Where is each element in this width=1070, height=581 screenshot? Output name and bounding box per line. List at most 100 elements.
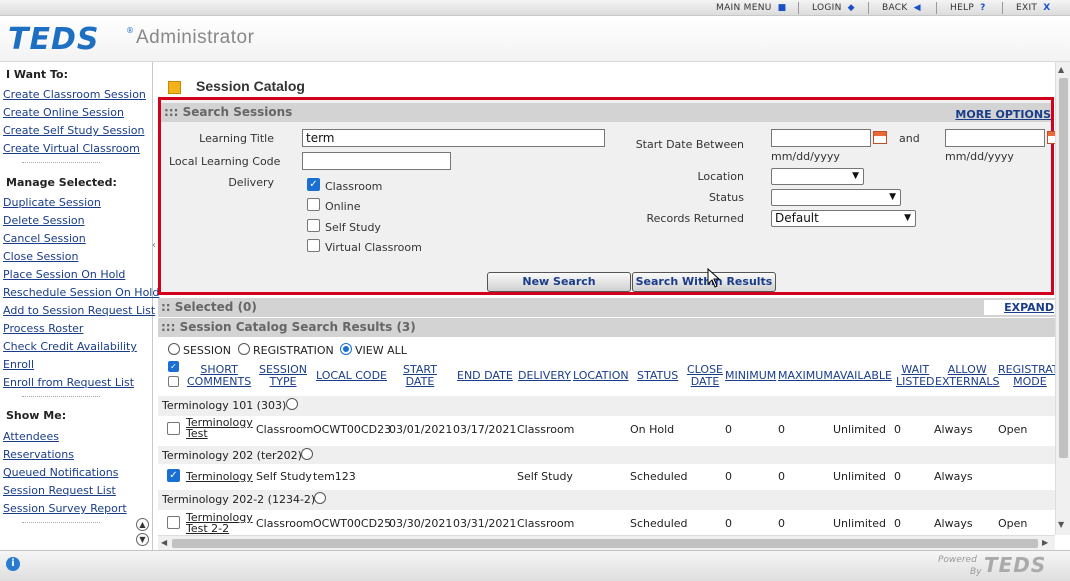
sidebar-item-reschedule-on-hold[interactable]: Reschedule Session On Hold bbox=[3, 286, 159, 299]
col-close-date[interactable]: CLOSE DATE bbox=[687, 364, 723, 388]
group-select-radio[interactable] bbox=[301, 448, 313, 460]
sidebar-item-enroll[interactable]: Enroll bbox=[3, 358, 34, 371]
login-link[interactable]: LOGIN ◆ bbox=[812, 3, 855, 13]
help-link[interactable]: HELP? bbox=[950, 3, 986, 13]
i-want-to-heading: I Want To: bbox=[6, 68, 69, 81]
footer-teds-logo: TEDS bbox=[984, 553, 1047, 577]
col-status[interactable]: STATUS bbox=[637, 370, 678, 382]
table-row: Terminology Test Classroom OCWT00CD23 03/… bbox=[158, 416, 1056, 442]
status-select[interactable]: ▼ bbox=[771, 189, 901, 206]
vertical-scroll-thumb[interactable] bbox=[1059, 78, 1068, 458]
calendar-icon[interactable] bbox=[873, 131, 887, 144]
view-registration-radio[interactable] bbox=[238, 343, 250, 355]
more-options-link[interactable]: MORE OPTIONS bbox=[955, 105, 1051, 124]
row-select-checkbox[interactable] bbox=[167, 422, 180, 435]
sidebar-item-close-session[interactable]: Close Session bbox=[3, 250, 78, 263]
col-maximum[interactable]: MAXIMUM bbox=[778, 370, 833, 382]
sidebar-item-duplicate-session[interactable]: Duplicate Session bbox=[3, 196, 101, 209]
exit-link[interactable]: EXIT X bbox=[1016, 3, 1050, 13]
search-within-results-button[interactable]: Search Within Results bbox=[632, 272, 776, 292]
date-format-hint: mm/dd/yyyy bbox=[771, 150, 840, 163]
search-sessions-panel: ::: Search Sessions MORE OPTIONS Learnin… bbox=[158, 97, 1056, 295]
col-start-date[interactable]: START DATE bbox=[403, 364, 437, 388]
col-short-comments[interactable]: SHORT COMMENTS bbox=[187, 364, 251, 388]
main-menu-link[interactable]: MAIN MENU ■ bbox=[716, 3, 786, 13]
col-wait-listed[interactable]: WAIT LISTED bbox=[896, 364, 935, 388]
select-all-checked-icon[interactable]: ✓ bbox=[168, 361, 179, 372]
session-name-link[interactable]: Terminology bbox=[186, 470, 253, 483]
start-date-from-input[interactable] bbox=[771, 129, 871, 147]
sidebar-item-create-virtual-classroom[interactable]: Create Virtual Classroom bbox=[3, 142, 140, 155]
horizontal-scrollbar[interactable]: ◀ ▶ bbox=[158, 535, 1055, 550]
sidebar-divider bbox=[22, 396, 100, 397]
learning-title-input[interactable] bbox=[302, 129, 605, 147]
scroll-right-icon[interactable]: ▶ bbox=[1042, 538, 1048, 547]
sidebar-item-add-to-request-list[interactable]: Add to Session Request List bbox=[3, 304, 155, 317]
help-label: HELP bbox=[950, 3, 975, 13]
chevron-down-icon: ▼ bbox=[852, 171, 859, 181]
sidebar-item-enroll-from-request-list[interactable]: Enroll from Request List bbox=[3, 376, 134, 389]
col-listed-label: LISTED bbox=[896, 375, 935, 388]
sidebar-item-session-survey-report[interactable]: Session Survey Report bbox=[3, 502, 127, 515]
sidebar-item-create-self-study-session[interactable]: Create Self Study Session bbox=[3, 124, 144, 137]
col-local-code[interactable]: LOCAL CODE bbox=[316, 370, 387, 382]
vertical-scrollbar[interactable]: ▲ ▼ bbox=[1055, 62, 1070, 535]
session-type-cell: Self Study bbox=[256, 470, 312, 483]
start-date-to-input[interactable] bbox=[945, 129, 1045, 147]
sidebar-item-create-online-session[interactable]: Create Online Session bbox=[3, 106, 124, 119]
sidebar-item-process-roster[interactable]: Process Roster bbox=[3, 322, 83, 335]
session-name-link[interactable]: Terminology Test 2-2 bbox=[186, 512, 253, 534]
records-returned-select[interactable]: Default ▼ bbox=[771, 210, 916, 227]
horizontal-scroll-thumb[interactable] bbox=[172, 539, 1038, 548]
delivery-cell: Classroom bbox=[517, 423, 575, 436]
col-externals-label: EXTERNALS bbox=[935, 375, 1000, 388]
group-select-radio[interactable] bbox=[286, 398, 298, 410]
group-title: Terminology 202-2 (1234-2) bbox=[162, 493, 316, 506]
scroll-left-icon[interactable]: ◀ bbox=[161, 538, 167, 547]
by-label: By bbox=[970, 567, 982, 577]
col-available[interactable]: AVAILABLE bbox=[833, 370, 892, 382]
delivery-virtual-classroom-checkbox[interactable] bbox=[307, 239, 320, 252]
sidebar-item-session-request-list[interactable]: Session Request List bbox=[3, 484, 116, 497]
allow-externals-cell: Always bbox=[934, 517, 973, 530]
sidebar-scroll-up-icon[interactable]: ▲ bbox=[136, 518, 149, 531]
back-link[interactable]: BACK ◀ bbox=[882, 3, 921, 13]
info-icon[interactable]: i bbox=[6, 557, 20, 571]
status-cell: Scheduled bbox=[630, 470, 688, 483]
scroll-up-icon[interactable]: ▲ bbox=[1058, 65, 1064, 74]
sidebar-item-check-credit[interactable]: Check Credit Availability bbox=[3, 340, 137, 353]
sidebar-scroll-down-icon[interactable]: ▼ bbox=[136, 533, 149, 546]
row-select-checkbox[interactable] bbox=[167, 516, 180, 529]
sidebar-item-reservations[interactable]: Reservations bbox=[3, 448, 74, 461]
row-select-checkbox[interactable]: ✓ bbox=[167, 469, 180, 482]
view-all-radio[interactable] bbox=[340, 343, 352, 355]
col-end-date[interactable]: END DATE bbox=[457, 370, 513, 382]
expand-link[interactable]: EXPAND bbox=[984, 300, 1056, 315]
view-session-radio[interactable] bbox=[168, 343, 180, 355]
col-location[interactable]: LOCATION bbox=[573, 370, 629, 382]
page-title: Session Catalog bbox=[196, 78, 305, 94]
col-session-type[interactable]: SESSION TYPE bbox=[259, 364, 307, 388]
group-select-radio[interactable] bbox=[314, 492, 326, 504]
local-code-input[interactable] bbox=[302, 152, 451, 170]
sidebar-item-cancel-session[interactable]: Cancel Session bbox=[3, 232, 86, 245]
session-name-link[interactable]: Terminology Test bbox=[186, 417, 253, 439]
col-allow-externals[interactable]: ALLOW EXTERNALS bbox=[935, 364, 999, 388]
maximum-cell: 0 bbox=[778, 517, 785, 530]
scroll-down-icon[interactable]: ▼ bbox=[1058, 520, 1064, 529]
col-delivery[interactable]: DELIVERY bbox=[518, 370, 571, 382]
col-registration-mode[interactable]: REGISTRATI MODE bbox=[998, 364, 1056, 388]
new-search-button[interactable]: New Search bbox=[487, 272, 631, 292]
delivery-online-checkbox[interactable] bbox=[307, 198, 320, 211]
sidebar-item-attendees[interactable]: Attendees bbox=[3, 430, 59, 443]
sidebar-item-create-classroom-session[interactable]: Create Classroom Session bbox=[3, 88, 146, 101]
select-none-checkbox[interactable] bbox=[168, 376, 179, 387]
sidebar-item-delete-session[interactable]: Delete Session bbox=[3, 214, 85, 227]
location-select[interactable]: ▼ bbox=[771, 168, 864, 185]
col-minimum[interactable]: MINIMUM bbox=[725, 370, 776, 382]
delivery-self-study-checkbox[interactable] bbox=[307, 219, 320, 232]
sidebar-item-queued-notifications[interactable]: Queued Notifications bbox=[3, 466, 118, 479]
sidebar-item-place-on-hold[interactable]: Place Session On Hold bbox=[3, 268, 125, 281]
delivery-classroom-checkbox[interactable]: ✓ bbox=[307, 178, 320, 191]
minimum-cell: 0 bbox=[725, 423, 732, 436]
